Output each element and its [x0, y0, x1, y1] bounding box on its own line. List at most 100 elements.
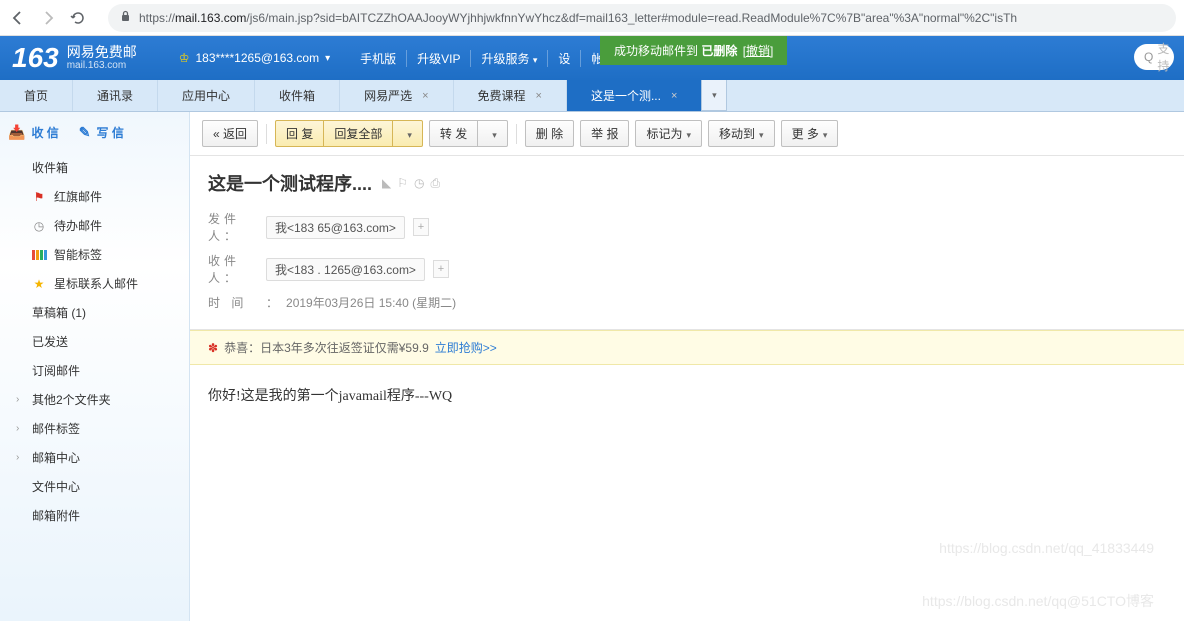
mail-header: 这是一个测试程序.... ◣ ⚐ ◷ ⎙ 发件人： 我<183 65@163.c…: [190, 156, 1184, 330]
add-contact-button[interactable]: +: [413, 218, 429, 236]
sidebar-item-attach[interactable]: 邮箱附件: [0, 501, 189, 530]
chevron-right-icon: ›: [16, 452, 24, 463]
top-link-mobile[interactable]: 手机版: [350, 50, 406, 67]
logo-en: mail.163.com: [67, 60, 137, 71]
flag-outline-icon[interactable]: ⚐: [397, 176, 408, 191]
print-icon[interactable]: ⎙: [431, 176, 441, 191]
undo-link[interactable]: [撤销]: [743, 44, 774, 58]
chevron-down-icon: ▾: [712, 90, 717, 101]
from-contact[interactable]: 我<183 65@163.com>: [266, 216, 405, 239]
chevron-down-icon: ▾: [407, 130, 412, 140]
url-bar[interactable]: https://mail.163.com/js6/main.jsp?sid=bA…: [108, 4, 1176, 32]
logo[interactable]: 163 网易免费邮 mail.163.com: [0, 42, 149, 74]
tab-home[interactable]: 首页: [0, 80, 73, 111]
search-icon: Q: [1144, 50, 1153, 64]
mail-body: 你好!这是我的第一个javamail程序---WQ: [190, 365, 1184, 425]
sidebar: 📥收 信 ✎写 信 收件箱 ⚑红旗邮件 ◷待办邮件 智能标签 ★星标联系人邮件 …: [0, 112, 190, 621]
sidebar-item-subscribe[interactable]: 订阅邮件: [0, 356, 189, 385]
logo-cn: 网易免费邮: [67, 45, 137, 60]
sidebar-item-inbox[interactable]: 收件箱: [0, 153, 189, 182]
tab-inbox[interactable]: 收件箱: [255, 80, 340, 111]
add-contact-button[interactable]: +: [433, 260, 449, 278]
promo-text: 恭喜：日本3年多次往返签证仅需¥59.9: [224, 339, 429, 356]
tab-contacts[interactable]: 通讯录: [73, 80, 158, 111]
more-button[interactable]: 更 多▾: [781, 120, 839, 147]
mail-subject: 这是一个测试程序....: [208, 170, 372, 196]
inbox-icon: 📥: [8, 124, 25, 141]
promo-banner: ✽ 恭喜：日本3年多次往返签证仅需¥59.9 立即抢购>>: [190, 330, 1184, 365]
reload-button[interactable]: [68, 8, 88, 28]
receive-button[interactable]: 📥收 信: [8, 124, 59, 141]
delete-button[interactable]: 删 除: [525, 120, 574, 147]
app-header: 163 网易免费邮 mail.163.com ♔ 183****1265@163…: [0, 36, 1184, 80]
compose-button[interactable]: ✎写 信: [79, 124, 124, 141]
sidebar-item-sent[interactable]: 已发送: [0, 327, 189, 356]
sidebar-item-smart[interactable]: 智能标签: [0, 240, 189, 269]
sidebar-item-draft[interactable]: 草稿箱 (1): [0, 298, 189, 327]
reply-dropdown[interactable]: ▾: [392, 120, 423, 147]
tab-mail-active[interactable]: 这是一个测...×: [567, 80, 701, 111]
chevron-right-icon: ›: [16, 394, 24, 405]
url-text: https://mail.163.com/js6/main.jsp?sid=bA…: [139, 10, 1017, 25]
browser-bar: https://mail.163.com/js6/main.jsp?sid=bA…: [0, 0, 1184, 36]
from-label: 发件人：: [208, 210, 258, 244]
logo-number: 163: [12, 42, 59, 74]
chevron-down-icon: ▾: [492, 130, 497, 140]
top-link-vip[interactable]: 升级VIP: [406, 50, 470, 67]
top-link-cut1[interactable]: 设: [547, 50, 580, 67]
bookmark-icon[interactable]: ◣: [382, 176, 391, 191]
nav-forward-button[interactable]: [38, 8, 58, 28]
close-icon[interactable]: ×: [536, 90, 542, 102]
sidebar-item-flag[interactable]: ⚑红旗邮件: [0, 182, 189, 211]
chevron-right-icon: ›: [16, 423, 24, 434]
close-icon[interactable]: ×: [671, 90, 677, 102]
top-links: 手机版 升级VIP 升级服务 ▾ 设 帐: [350, 50, 613, 67]
flag-icon: ⚑: [32, 190, 46, 204]
chevron-down-icon: ▾: [823, 130, 828, 140]
nav-back-button[interactable]: [8, 8, 28, 28]
clock-icon: ◷: [32, 219, 46, 233]
sidebar-item-files[interactable]: 文件中心: [0, 472, 189, 501]
star-icon: ★: [32, 277, 46, 291]
tag-icon: [32, 250, 46, 260]
user-info[interactable]: ♔ 183****1265@163.com ▾: [179, 51, 330, 65]
sidebar-item-star[interactable]: ★星标联系人邮件: [0, 269, 189, 298]
search-box[interactable]: Q 支持: [1134, 44, 1174, 70]
to-label: 收件人：: [208, 252, 258, 286]
reply-all-button[interactable]: 回复全部: [323, 120, 393, 147]
forward-dropdown[interactable]: ▾: [477, 120, 508, 147]
content-area: « 返回 回 复 回复全部 ▾ 转 发 ▾ 删 除 举 报 标记为▾ 移动到▾ …: [190, 112, 1184, 621]
tab-yanxuan[interactable]: 网易严选×: [340, 80, 453, 111]
sidebar-item-other[interactable]: ›其他2个文件夹: [0, 385, 189, 414]
close-icon[interactable]: ×: [422, 90, 428, 102]
sidebar-item-labels[interactable]: ›邮件标签: [0, 414, 189, 443]
forward-button[interactable]: 转 发: [429, 120, 478, 147]
chevron-down-icon: ▾: [325, 53, 330, 64]
top-link-upgrade[interactable]: 升级服务 ▾: [470, 50, 547, 67]
success-toast: 成功移动邮件到 已删除 [撤销]: [600, 36, 787, 65]
promo-icon: ✽: [208, 341, 218, 355]
date-value: 2019年03月26日 15:40 (星期二): [286, 294, 456, 311]
mark-button[interactable]: 标记为▾: [635, 120, 702, 147]
lock-icon: [120, 10, 131, 25]
move-button[interactable]: 移动到▾: [708, 120, 775, 147]
to-contact[interactable]: 我<183 . 1265@163.com>: [266, 258, 425, 281]
date-label: 时 间: [208, 294, 258, 311]
tab-bar: 首页 通讯录 应用中心 收件箱 网易严选× 免费课程× 这是一个测...× ▾: [0, 80, 1184, 112]
sidebar-item-todo[interactable]: ◷待办邮件: [0, 211, 189, 240]
mail-toolbar: « 返回 回 复 回复全部 ▾ 转 发 ▾ 删 除 举 报 标记为▾ 移动到▾ …: [190, 112, 1184, 156]
chevron-down-icon: ▾: [759, 130, 764, 140]
user-email: 183****1265@163.com: [195, 51, 319, 65]
promo-link[interactable]: 立即抢购>>: [435, 339, 497, 356]
tab-course[interactable]: 免费课程×: [454, 80, 567, 111]
report-button[interactable]: 举 报: [580, 120, 629, 147]
tab-more-button[interactable]: ▾: [701, 80, 727, 111]
back-button[interactable]: « 返回: [202, 120, 258, 147]
clock-icon[interactable]: ◷: [414, 176, 424, 191]
sidebar-item-center[interactable]: ›邮箱中心: [0, 443, 189, 472]
crown-icon: ♔: [179, 51, 190, 65]
tab-apps[interactable]: 应用中心: [158, 80, 255, 111]
reply-button[interactable]: 回 复: [275, 120, 324, 147]
compose-icon: ✎: [79, 124, 91, 141]
chevron-down-icon: ▾: [687, 130, 692, 140]
